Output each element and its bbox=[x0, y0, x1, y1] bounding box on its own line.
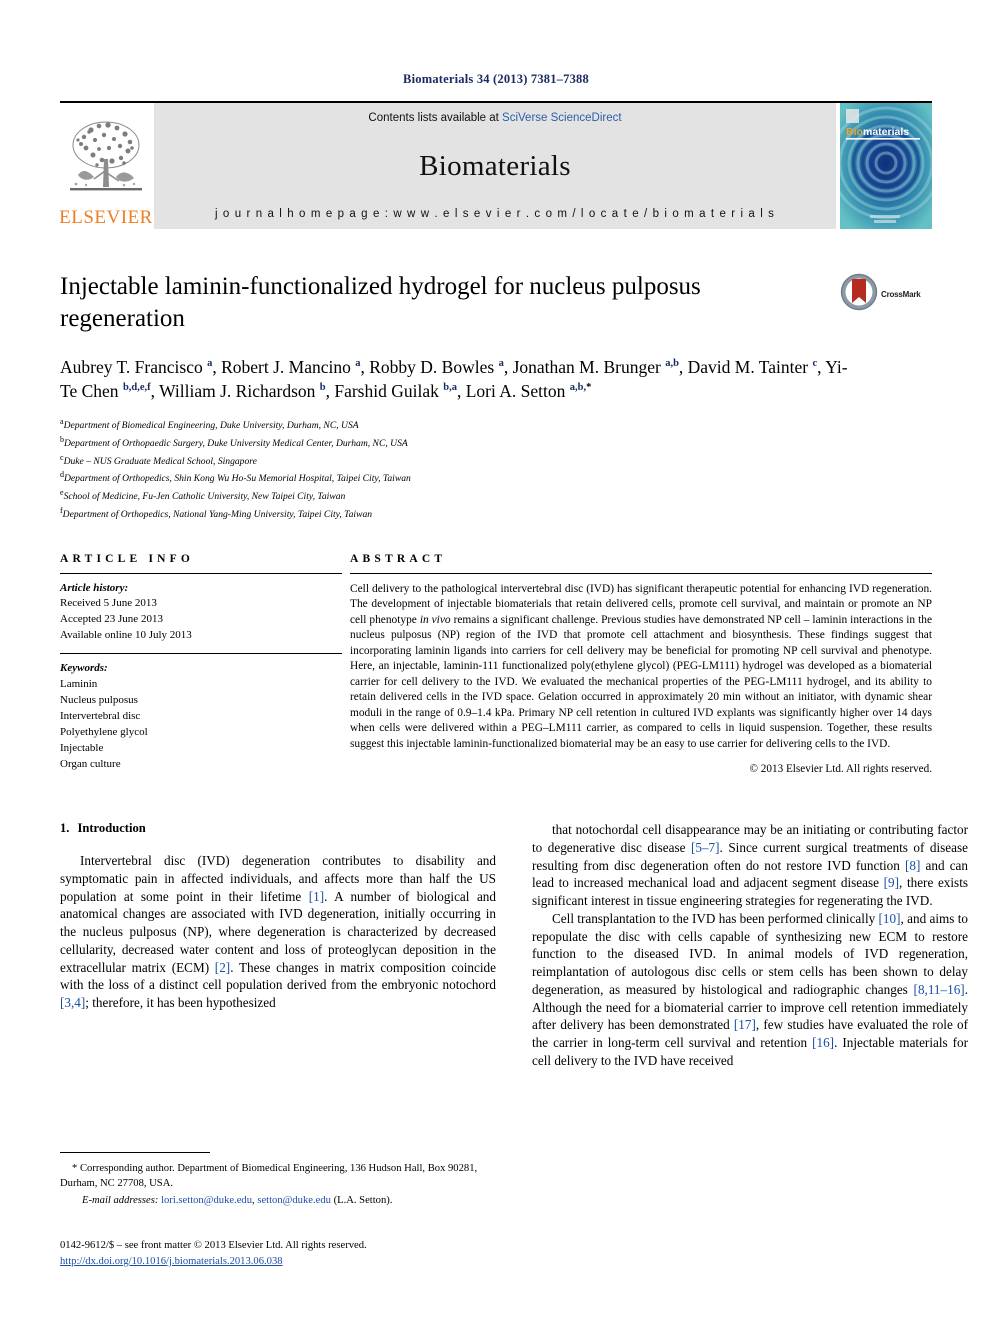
paragraph: Intervertebral disc (IVD) degeneration c… bbox=[60, 853, 496, 1010]
footnote-block: * Corresponding author. Department of Bi… bbox=[60, 1152, 496, 1208]
article-info-column: ARTICLE INFO Article history: Received 5… bbox=[60, 553, 342, 776]
abstract-column: ABSTRACT Cell delivery to the pathologic… bbox=[342, 552, 933, 775]
affiliation-item: fDepartment of Orthopedics, National Yan… bbox=[60, 505, 932, 523]
section-heading: 1. Introduction bbox=[60, 821, 496, 836]
history-item: Available online 10 July 2013 bbox=[60, 629, 192, 642]
keyword-item: Organ culture bbox=[60, 757, 121, 770]
keyword-item: Intervertebral disc bbox=[60, 710, 141, 723]
abstract-heading: ABSTRACT bbox=[350, 552, 447, 565]
section-number: 1. bbox=[60, 821, 70, 835]
doi-link[interactable]: http://dx.doi.org/10.1016/j.biomaterials… bbox=[60, 1254, 367, 1270]
section-title-text: Introduction bbox=[77, 821, 146, 835]
paragraph: Cell transplantation to the IVD has been… bbox=[532, 910, 969, 1068]
history-item: Accepted 23 June 2013 bbox=[60, 613, 163, 626]
keywords-block: Keywords: Laminin Nucleus pulposus Inter… bbox=[60, 654, 342, 773]
contents-line: Contents lists available at SciVerse Sci… bbox=[368, 112, 621, 124]
keywords-label: Keywords: bbox=[60, 662, 108, 675]
affiliation-list: aDepartment of Biomedical Engineering, D… bbox=[60, 416, 932, 522]
sciencedirect-link[interactable]: SciVerse ScienceDirect bbox=[502, 112, 622, 124]
info-abstract-row: ARTICLE INFO Article history: Received 5… bbox=[60, 552, 933, 776]
affiliation-item: bDepartment of Orthopaedic Surgery, Duke… bbox=[60, 434, 932, 452]
elsevier-wordmark: ELSEVIER bbox=[59, 207, 153, 228]
paragraph: that notochordal cell disappearance may … bbox=[532, 822, 969, 908]
email-addresses-note: E-mail addresses: lori.setton@duke.edu, … bbox=[82, 1195, 393, 1207]
crossmark-badge[interactable]: CrossMark bbox=[840, 271, 932, 317]
journal-cover-thumbnail: Bio materials bbox=[840, 103, 932, 229]
article-history-label: Article history: bbox=[60, 581, 129, 594]
corresponding-author-note: * Corresponding author. Department of Bi… bbox=[60, 1163, 478, 1190]
affiliation-text: Department of Orthopaedic Surgery, Duke … bbox=[64, 438, 408, 450]
body-column-right: that notochordal cell disappearance may … bbox=[532, 821, 968, 1070]
affiliation-text: Department of Orthopedics, National Yang… bbox=[62, 508, 373, 520]
elsevier-tree-icon bbox=[64, 115, 148, 207]
affiliation-text: School of Medicine, Fu-Jen Catholic Univ… bbox=[63, 491, 346, 503]
journal-banner: Contents lists available at SciVerse Sci… bbox=[154, 103, 836, 229]
affiliation-text: Department of Orthopedics, Shin Kong Wu … bbox=[64, 473, 411, 485]
affiliation-text: Duke – NUS Graduate Medical School, Sing… bbox=[63, 455, 257, 467]
crossmark-icon bbox=[840, 273, 878, 316]
article-page: Biomaterials 34 (2013) 7381–7388 ELSEVIE… bbox=[0, 0, 992, 1323]
keyword-item: Polyethylene glycol bbox=[60, 726, 148, 738]
article-info-heading: ARTICLE INFO bbox=[60, 552, 195, 565]
affiliation-item: dDepartment of Orthopedics, Shin Kong Wu… bbox=[60, 469, 932, 487]
copyright-line: © 2013 Elsevier Ltd. All rights reserved… bbox=[749, 763, 933, 775]
svg-text:materials: materials bbox=[863, 126, 909, 138]
affiliation-item: eSchool of Medicine, Fu-Jen Catholic Uni… bbox=[60, 487, 932, 505]
svg-text:Bio: Bio bbox=[846, 126, 863, 138]
author-list: Aubrey T. Francisco a, Robert J. Mancino… bbox=[60, 356, 848, 402]
contents-prefix: Contents lists available at bbox=[368, 112, 503, 124]
footnote-divider bbox=[60, 1152, 210, 1153]
title-block: Injectable laminin-functionalized hydrog… bbox=[60, 271, 932, 335]
page-title: Injectable laminin-functionalized hydrog… bbox=[60, 273, 701, 332]
journal-homepage[interactable]: j o u r n a l h o m e p a g e : w w w . … bbox=[215, 208, 775, 220]
affiliation-item: cDuke – NUS Graduate Medical School, Sin… bbox=[60, 452, 932, 470]
journal-masthead: ELSEVIER Contents lists available at Sci… bbox=[59, 101, 932, 229]
body-columns: 1. Introduction Intervertebral disc (IVD)… bbox=[60, 821, 968, 1070]
article-history: Article history: Received 5 June 2013 Ac… bbox=[60, 574, 342, 654]
body-column-left: 1. Introduction Intervertebral disc (IVD)… bbox=[60, 821, 496, 1070]
abstract-text: Cell delivery to the pathological interv… bbox=[350, 582, 932, 750]
crossmark-label: CrossMark bbox=[881, 289, 921, 299]
journal-title: Biomaterials bbox=[419, 149, 571, 182]
history-item: Received 5 June 2013 bbox=[60, 597, 157, 610]
keyword-item: Injectable bbox=[60, 741, 104, 754]
imprint-block: 0142-9612/$ – see front matter © 2013 El… bbox=[60, 1238, 367, 1270]
keyword-item: Laminin bbox=[60, 678, 98, 691]
elsevier-logo: ELSEVIER bbox=[59, 103, 153, 229]
affiliation-text: Department of Biomedical Engineering, Du… bbox=[63, 420, 359, 432]
running-head: Biomaterials 34 (2013) 7381–7388 bbox=[403, 72, 589, 86]
keyword-item: Nucleus pulposus bbox=[60, 694, 138, 707]
affiliation-item: aDepartment of Biomedical Engineering, D… bbox=[60, 416, 932, 434]
imprint-line: 0142-9612/$ – see front matter © 2013 El… bbox=[60, 1240, 367, 1251]
